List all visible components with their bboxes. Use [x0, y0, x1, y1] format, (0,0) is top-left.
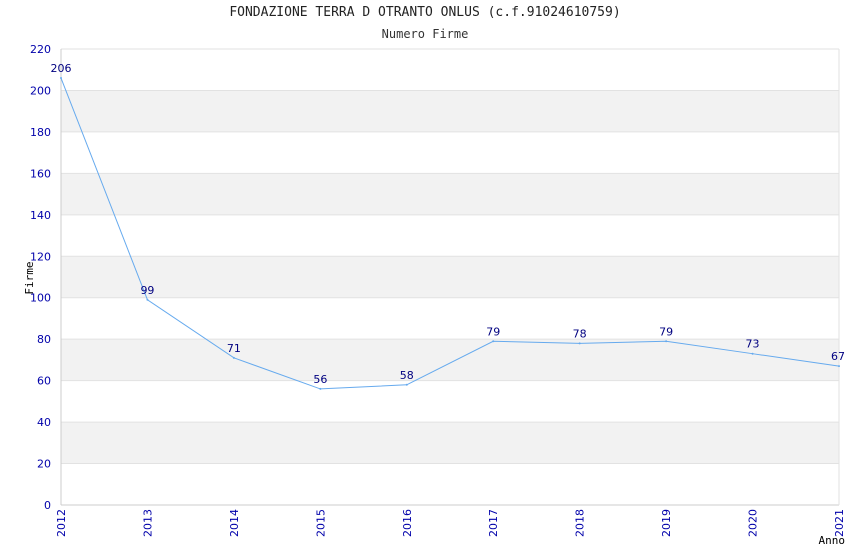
y-tick-label: 40 — [37, 416, 51, 429]
data-point — [751, 352, 754, 355]
grid-band — [61, 339, 839, 381]
x-tick-label: 2018 — [574, 509, 587, 537]
plot-bands — [61, 49, 839, 505]
y-tick-label: 180 — [30, 126, 51, 139]
data-label: 79 — [659, 325, 673, 338]
grid-band — [61, 422, 839, 464]
x-tick-label: 2015 — [314, 509, 327, 537]
y-tick-label: 80 — [37, 333, 51, 346]
x-tick-label: 2020 — [747, 509, 760, 537]
y-tick-label: 0 — [44, 499, 51, 512]
x-tick-label: 2017 — [487, 509, 500, 537]
data-point — [578, 342, 581, 345]
x-tick-label: 2016 — [401, 509, 414, 537]
y-tick-label: 200 — [30, 84, 51, 97]
data-label: 67 — [831, 350, 845, 363]
data-point — [405, 383, 408, 386]
grid-band — [61, 90, 839, 132]
data-point — [319, 387, 322, 390]
data-label: 206 — [51, 62, 72, 75]
y-tick-label: 120 — [30, 250, 51, 263]
line-chart: 0204060801001201401601802002202012 2013 20… — [23, 43, 846, 547]
y-tick-label: 60 — [37, 375, 51, 388]
y-tick-label: 140 — [30, 209, 51, 222]
data-label: 79 — [486, 325, 500, 338]
data-label: 78 — [573, 327, 587, 340]
data-label: 58 — [400, 369, 414, 382]
x-tick-label: 2019 — [660, 509, 673, 537]
data-point — [838, 365, 840, 368]
data-point — [665, 340, 668, 343]
data-point — [492, 340, 495, 343]
grid-band — [61, 256, 839, 298]
x-tick-label: 2013 — [141, 509, 154, 537]
x-tick-label: 2014 — [228, 509, 241, 537]
y-tick-label: 160 — [30, 167, 51, 180]
data-label: 99 — [140, 284, 154, 297]
y-axis-label: Firme — [23, 261, 36, 294]
x-tick-label: 2012 — [55, 509, 68, 537]
y-tick-label: 20 — [37, 458, 51, 471]
data-label: 73 — [746, 338, 760, 351]
data-point — [146, 298, 149, 301]
data-point — [60, 77, 62, 80]
grid-band — [61, 173, 839, 215]
x-tick-label: 2021 — [833, 509, 846, 537]
x-axis-label: Anno — [819, 534, 846, 547]
data-point — [232, 356, 235, 359]
data-label: 56 — [313, 373, 327, 386]
data-label: 71 — [227, 342, 241, 355]
y-tick-label: 220 — [30, 43, 51, 56]
